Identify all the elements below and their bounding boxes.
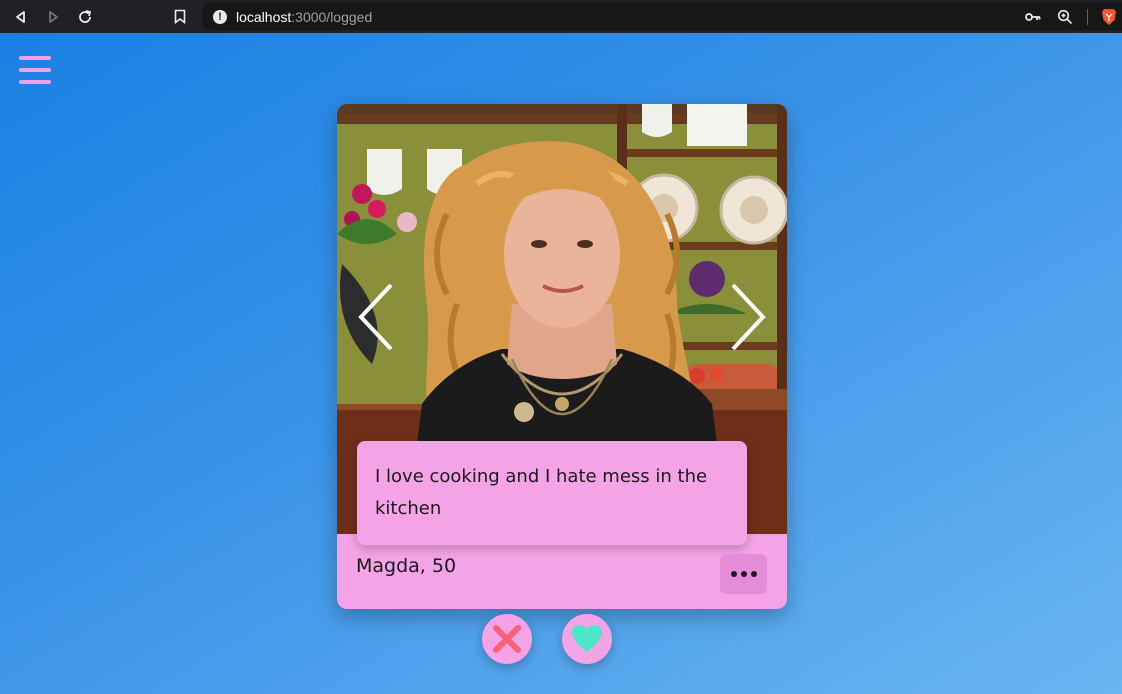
hamburger-line [19, 68, 51, 72]
profile-bio: I love cooking and I hate mess in the ki… [357, 441, 747, 545]
forward-icon [49, 10, 58, 23]
url-text[interactable]: localhost:3000/logged [236, 9, 372, 25]
info-icon[interactable]: ! [213, 9, 227, 24]
more-options-button[interactable] [720, 554, 767, 594]
browser-toolbar: ! localhost:3000/logged [0, 0, 1122, 33]
reject-button[interactable] [482, 614, 532, 664]
more-icon [740, 571, 747, 577]
profile-card: I love cooking and I hate mess in the ki… [337, 104, 787, 609]
app-page: I love cooking and I hate mess in the ki… [0, 33, 1122, 694]
next-photo-button[interactable] [725, 282, 769, 352]
reload-button[interactable] [69, 0, 101, 33]
reload-icon [79, 9, 92, 23]
more-icon [750, 571, 757, 577]
key-icon[interactable] [1023, 7, 1043, 27]
url-host: localhost [236, 8, 292, 25]
chevron-right-icon [731, 283, 766, 351]
profile-name-age: Magda, 50 [356, 555, 457, 577]
hamburger-line [19, 80, 51, 84]
back-button[interactable] [5, 0, 37, 33]
chevron-left-icon [358, 283, 393, 351]
bookmark-icon [174, 9, 186, 24]
toolbar-separator [1087, 8, 1088, 25]
brave-icon[interactable] [1100, 7, 1118, 27]
url-path: :3000/logged [291, 8, 373, 25]
more-icon [730, 571, 737, 577]
hamburger-line [19, 56, 51, 60]
zoom-icon[interactable] [1055, 7, 1075, 27]
heart-icon [572, 625, 602, 652]
forward-button[interactable] [37, 0, 69, 33]
close-icon [493, 625, 521, 653]
address-bar[interactable]: ! localhost:3000/logged [202, 3, 1122, 30]
previous-photo-button[interactable] [355, 282, 399, 352]
bookmark-button[interactable] [168, 0, 192, 33]
hamburger-icon[interactable] [19, 56, 51, 84]
back-icon [16, 10, 25, 23]
like-button[interactable] [562, 614, 612, 664]
